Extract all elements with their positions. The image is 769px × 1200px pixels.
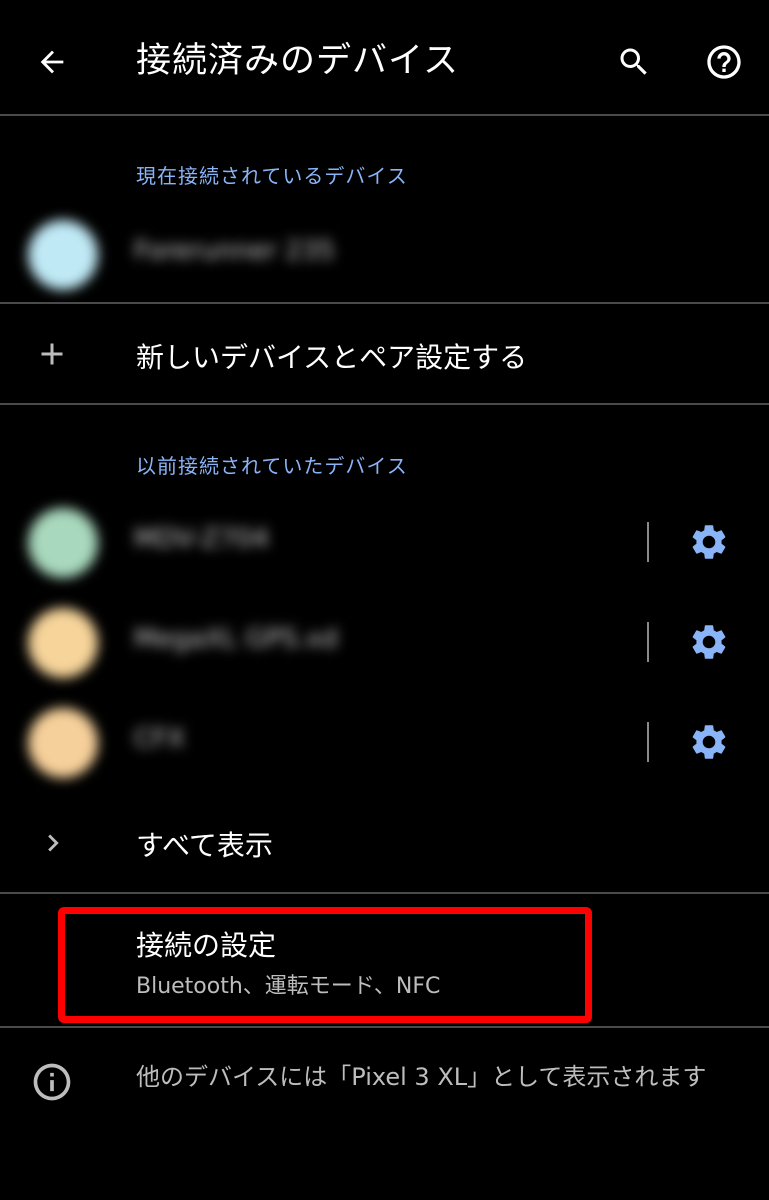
section-header-previous: 以前接続されていたデバイス: [136, 454, 408, 478]
top-app-bar: 接続済みのデバイス: [0, 0, 769, 116]
gear-icon: [692, 625, 726, 659]
device-avatar: [28, 220, 98, 290]
previous-device-row[interactable]: CFX: [0, 694, 769, 790]
pair-new-device-button[interactable]: 新しいデバイスとペア設定する: [0, 304, 769, 404]
previous-device-name: MegaXL GPS.xd: [134, 624, 338, 654]
divider: [0, 114, 769, 116]
divider: [0, 1026, 769, 1028]
previous-device-row[interactable]: MDV-Z704: [0, 494, 769, 590]
help-button[interactable]: [696, 34, 752, 90]
info-icon: [33, 1063, 71, 1101]
current-device-row[interactable]: Forerunner 235: [0, 206, 769, 302]
plus-icon: [41, 343, 63, 365]
pair-new-device-label: 新しいデバイスとペア設定する: [136, 341, 528, 374]
help-circle-icon: [707, 45, 741, 79]
device-visibility-info: 他のデバイスには「Pixel 3 XL」として表示されます: [136, 1063, 707, 1091]
show-all-label: すべて表示: [136, 829, 273, 862]
vertical-separator: [647, 522, 649, 562]
previous-device-name: MDV-Z704: [134, 524, 270, 554]
gear-icon: [692, 525, 726, 559]
device-avatar: [28, 708, 98, 778]
device-settings-button[interactable]: [686, 719, 732, 765]
device-avatar: [28, 608, 98, 678]
current-device-name: Forerunner 235: [134, 236, 335, 266]
device-avatar: [28, 508, 98, 578]
page-title: 接続済みのデバイス: [136, 41, 459, 81]
divider: [0, 403, 769, 405]
highlight-box: [58, 907, 592, 1023]
device-settings-button[interactable]: [686, 619, 732, 665]
search-button[interactable]: [606, 34, 662, 90]
gear-icon: [692, 725, 726, 759]
section-header-current: 現在接続されているデバイス: [136, 164, 408, 188]
previous-device-name: CFX: [134, 724, 185, 754]
search-icon: [620, 48, 647, 75]
vertical-separator: [647, 722, 649, 762]
back-button[interactable]: [24, 34, 80, 90]
chevron-right-icon: [48, 834, 59, 852]
arrow-left-icon: [40, 50, 64, 74]
vertical-separator: [647, 622, 649, 662]
show-all-button[interactable]: すべて表示: [0, 794, 769, 892]
device-settings-button[interactable]: [686, 519, 732, 565]
previous-device-row[interactable]: MegaXL GPS.xd: [0, 594, 769, 690]
